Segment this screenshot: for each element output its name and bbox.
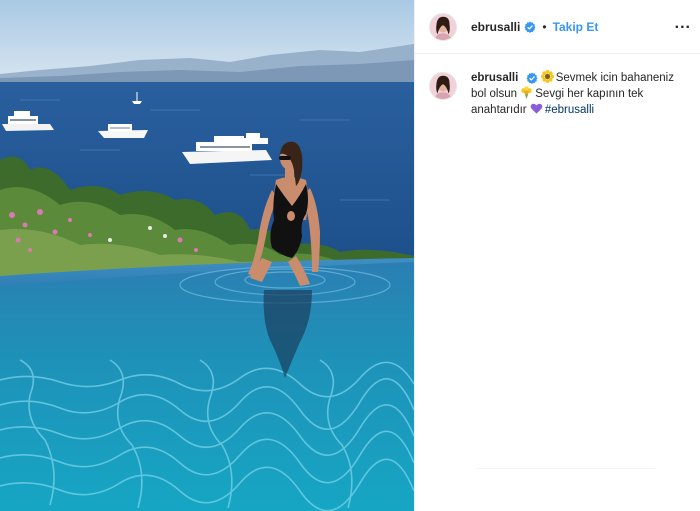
purple-heart-emoji-icon — [530, 103, 543, 114]
avatar[interactable] — [429, 12, 457, 41]
separator-dot: • — [542, 19, 547, 34]
flower-bouquet-emoji-icon — [521, 86, 532, 99]
post-header: ebrusalli • Takip Et ... — [415, 0, 700, 54]
instagram-post: ebrusalli • Takip Et ... ebrusalli Sevme… — [0, 0, 700, 511]
caption-text: ebrusalli Sevmek icin bahaneniz bol olsu… — [471, 70, 681, 118]
caption-username[interactable]: ebrusalli — [471, 72, 518, 84]
verified-badge-icon — [524, 21, 536, 33]
hashtag-link[interactable]: #ebrusalli — [545, 104, 594, 116]
pool-scene-image — [0, 0, 414, 511]
sun-flower-emoji-icon — [540, 70, 554, 83]
verified-badge-icon — [526, 72, 538, 84]
post-side-panel: ebrusalli • Takip Et ... ebrusalli Sevme… — [414, 0, 700, 511]
follow-button[interactable]: Takip Et — [553, 20, 599, 34]
username-link[interactable]: ebrusalli — [471, 20, 520, 34]
post-caption: ebrusalli Sevmek icin bahaneniz bol olsu… — [429, 70, 691, 118]
caption-avatar[interactable] — [429, 72, 457, 100]
divider — [475, 468, 655, 469]
more-options-icon[interactable]: ... — [675, 16, 691, 32]
post-photo[interactable] — [0, 0, 414, 511]
profile-picture — [430, 13, 456, 40]
profile-picture — [430, 73, 456, 99]
